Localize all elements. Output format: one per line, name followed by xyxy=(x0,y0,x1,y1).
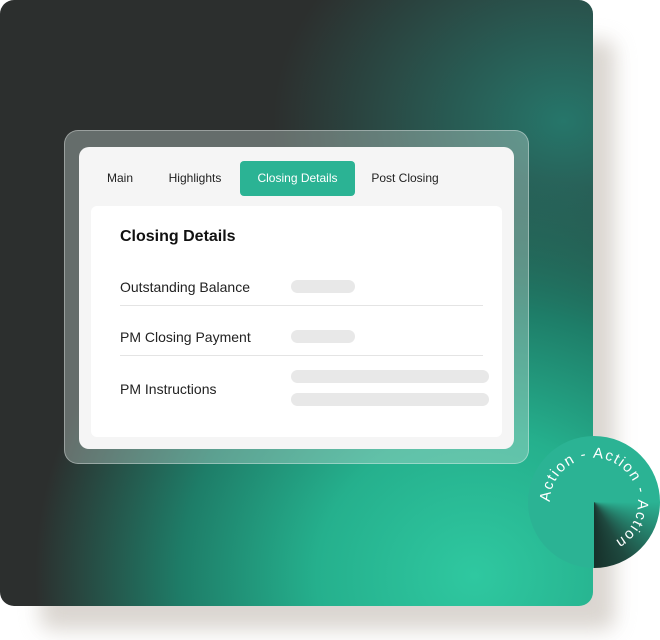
closing-details-card: Main Highlights Closing Details Post Clo… xyxy=(79,147,514,449)
outstanding-balance-placeholder xyxy=(291,280,355,293)
tab-main[interactable]: Main xyxy=(95,161,145,196)
action-badge-text: Action - Action - Action xyxy=(537,445,650,553)
tab-bar: Main Highlights Closing Details Post Clo… xyxy=(79,161,514,196)
tab-closing-details[interactable]: Closing Details xyxy=(240,161,355,196)
row-divider xyxy=(120,355,483,356)
pm-instructions-placeholder-line-1 xyxy=(291,370,489,383)
action-badge[interactable]: Action - Action - Action xyxy=(528,436,660,568)
tab-post-closing[interactable]: Post Closing xyxy=(362,161,448,196)
row-divider xyxy=(120,305,483,306)
label-outstanding-balance: Outstanding Balance xyxy=(120,279,250,295)
pm-closing-payment-placeholder xyxy=(291,330,355,343)
pm-instructions-placeholder-line-2 xyxy=(291,393,489,406)
details-panel: Closing Details Outstanding Balance PM C… xyxy=(91,206,502,437)
svg-text:Action - Action - Action: Action - Action - Action xyxy=(537,445,652,553)
tab-highlights[interactable]: Highlights xyxy=(159,161,231,196)
section-title: Closing Details xyxy=(120,228,236,245)
stage: Main Highlights Closing Details Post Clo… xyxy=(0,0,660,640)
action-badge-ring: Action - Action - Action xyxy=(537,445,652,553)
label-pm-instructions: PM Instructions xyxy=(120,381,217,397)
label-pm-closing-payment: PM Closing Payment xyxy=(120,329,251,345)
